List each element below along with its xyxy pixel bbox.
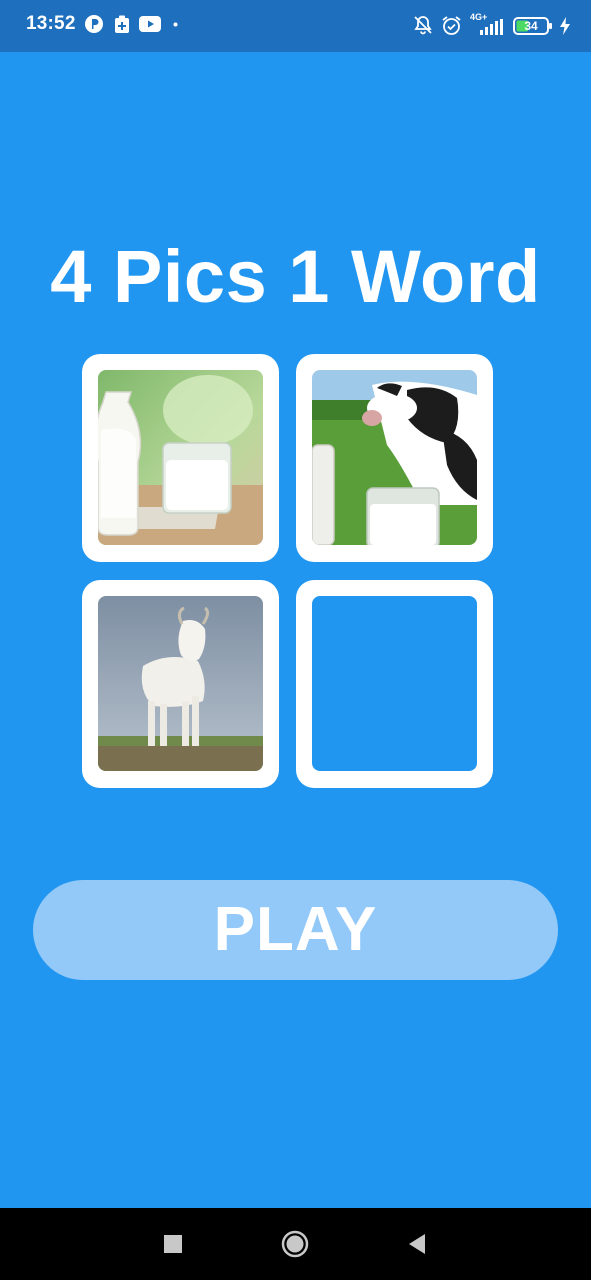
home-circle-icon[interactable] [280, 1229, 310, 1259]
play-button-label: PLAY [213, 895, 378, 964]
empty-picture-slot [312, 596, 477, 771]
picture-tile-3 [82, 580, 279, 788]
back-triangle-icon[interactable] [402, 1229, 432, 1259]
goat-picture [98, 596, 263, 771]
recent-apps-square-icon[interactable] [158, 1229, 188, 1259]
charging-bolt-icon [560, 17, 570, 35]
picture-tile-1 [82, 354, 279, 562]
milk-jug-picture [98, 370, 263, 545]
picture-tile-4-empty [296, 580, 493, 788]
network-indicator: 4G+ [470, 12, 504, 38]
signal-icon [480, 19, 503, 35]
bell-off-icon [414, 16, 432, 35]
cow-and-milk-picture [312, 370, 477, 545]
navigation-bar [0, 1208, 591, 1280]
dot-icon [173, 22, 178, 27]
status-bar: 13:52 4G+ 34 [0, 0, 591, 52]
alarm-icon [442, 16, 461, 35]
youtube-icon [139, 16, 161, 32]
status-time: 13:52 [26, 13, 76, 34]
picture-tile-2 [296, 354, 493, 562]
clipboard-plus-icon [115, 15, 129, 33]
app-title: 4 Pics 1 Word [50, 235, 541, 318]
pinterest-like-app-icon [85, 15, 103, 33]
play-button[interactable]: PLAY [33, 880, 558, 980]
battery-level: 34 [524, 19, 538, 33]
battery-icon: 34 [513, 16, 553, 36]
status-right-icons: 4G+ 34 [413, 12, 573, 40]
